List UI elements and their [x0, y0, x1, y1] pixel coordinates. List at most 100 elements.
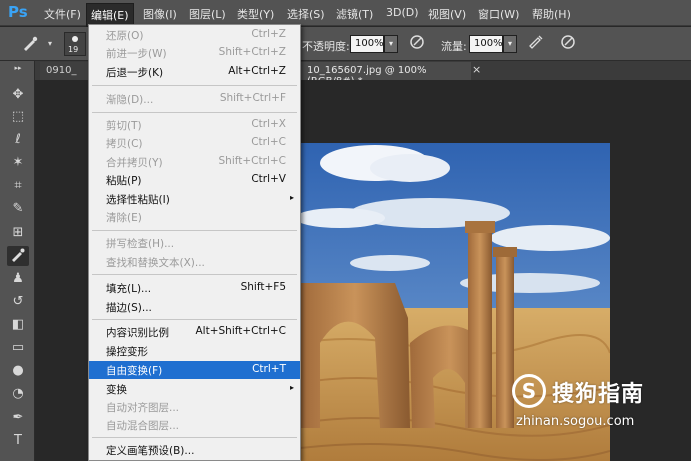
brush-size-picker[interactable]: 19	[64, 32, 86, 56]
menu-item-auto-align-layers[interactable]: 自动对齐图层...	[89, 398, 300, 416]
menu-item-auto-blend-layers[interactable]: 自动混合图层...	[89, 416, 300, 434]
submenu-arrow-icon: ▸	[289, 193, 294, 202]
item-shortcut: Shift+Ctrl+F	[219, 92, 286, 104]
menu-item-fade[interactable]: 渐隐(D)... Shift+Ctrl+F	[89, 90, 300, 108]
item-label: 前进一步(W)	[106, 48, 167, 60]
menu-item-paste[interactable]: 粘贴(P) Ctrl+V	[89, 171, 300, 189]
menu-item-copy[interactable]: 拷贝(C) Ctrl+C	[89, 134, 300, 152]
item-label: 填充(L)...	[106, 283, 152, 295]
menu-item-free-transform[interactable]: 自由变换(F) Ctrl+T	[89, 361, 300, 379]
item-label: 剪切(T)	[106, 120, 142, 132]
item-label: 粘贴(P)	[106, 175, 142, 187]
crop-tool-icon[interactable]: ⌗	[7, 176, 29, 196]
flow-dropdown-icon[interactable]: ▾	[503, 35, 517, 53]
watermark-brand: 搜狗指南	[552, 382, 645, 407]
brush-dot-icon	[72, 36, 78, 42]
item-label: 清除(E)	[106, 212, 142, 224]
item-label: 渐隐(D)...	[106, 94, 154, 106]
menu-item-puppet-warp[interactable]: 操控变形	[89, 342, 300, 360]
chevron-down-icon[interactable]: ▾	[40, 34, 60, 54]
item-label: 变换	[106, 384, 127, 396]
clone-stamp-tool-icon[interactable]: ♟	[7, 269, 29, 289]
menu-window[interactable]: 窗口(W)	[478, 6, 519, 22]
item-shortcut: Ctrl+X	[251, 118, 286, 130]
menu-item-step-backward[interactable]: 后退一步(K) Alt+Ctrl+Z	[89, 63, 300, 81]
eyedropper-tool-icon[interactable]: ✎	[7, 199, 29, 219]
opacity-input[interactable]: 100%	[350, 35, 384, 53]
menu-item-define-brush-preset[interactable]: 定义画笔预设(B)...	[89, 441, 300, 459]
menu-file[interactable]: 文件(F)	[44, 6, 81, 22]
watermark-url: zhinan.sogou.com	[516, 414, 635, 429]
marquee-tool-icon[interactable]: ⬚	[7, 107, 29, 127]
menu-type[interactable]: 类型(Y)	[237, 6, 274, 22]
gradient-tool-icon[interactable]: ▭	[7, 338, 29, 358]
menu-item-cut[interactable]: 剪切(T) Ctrl+X	[89, 116, 300, 134]
tools-panel: ▸▸ ✥ ⬚ ℓ ✶ ⌗ ✎ ⊞ ♟ ↺ ◧ ▭ ● ◔ ✒ T	[0, 61, 35, 461]
item-shortcut: Ctrl+T	[252, 363, 286, 375]
opacity-dropdown-icon[interactable]: ▾	[384, 35, 398, 53]
brush-tool-icon[interactable]	[7, 246, 29, 266]
sogou-watermark: S 搜狗指南 zhinan.sogou.com	[512, 372, 687, 432]
sogou-logo-icon: S	[512, 374, 546, 408]
lasso-tool-icon[interactable]: ℓ	[7, 130, 29, 150]
menu-item-transform[interactable]: 变换 ▸	[89, 380, 300, 398]
menu-separator	[92, 230, 297, 231]
menu-view[interactable]: 视图(V)	[428, 6, 466, 22]
menu-help[interactable]: 帮助(H)	[532, 6, 571, 22]
item-label: 自动对齐图层...	[106, 402, 180, 414]
item-shortcut: Ctrl+Z	[251, 28, 286, 40]
menu-item-copy-merged[interactable]: 合并拷贝(Y) Shift+Ctrl+C	[89, 153, 300, 171]
menu-separator	[92, 437, 297, 438]
brush-size-value: 19	[68, 45, 79, 54]
photoshop-logo: Ps	[8, 3, 28, 21]
menu-item-paste-special[interactable]: 选择性粘贴(I) ▸	[89, 190, 300, 208]
menu-select[interactable]: 选择(S)	[287, 6, 325, 22]
item-label: 操控变形	[106, 346, 148, 358]
magic-wand-tool-icon[interactable]: ✶	[7, 153, 29, 173]
flow-label: 流量:	[441, 40, 467, 53]
pen-tool-icon[interactable]: ✒	[7, 408, 29, 428]
item-shortcut: Ctrl+V	[251, 173, 286, 185]
dodge-tool-icon[interactable]: ◔	[7, 384, 29, 404]
menu-layer[interactable]: 图层(L)	[189, 6, 226, 22]
item-label: 自动混合图层...	[106, 420, 180, 432]
menu-item-undo[interactable]: 还原(O) Ctrl+Z	[89, 26, 300, 44]
menu-item-content-aware-scale[interactable]: 内容识别比例 Alt+Shift+Ctrl+C	[89, 323, 300, 341]
eraser-tool-icon[interactable]: ◧	[7, 315, 29, 335]
item-label: 描边(S)...	[106, 302, 152, 314]
tab-document-2[interactable]: 10_165607.jpg @ 100%(RGB/8#) *	[301, 62, 471, 87]
brush-preset-icon[interactable]	[20, 34, 40, 54]
airbrush-icon[interactable]	[526, 34, 546, 54]
item-label: 定义画笔预设(B)...	[106, 445, 195, 457]
item-shortcut: Ctrl+C	[251, 136, 286, 148]
item-label: 后退一步(K)	[106, 67, 164, 79]
menu-3d[interactable]: 3D(D)	[386, 6, 419, 19]
item-label: 选择性粘贴(I)	[106, 194, 170, 206]
opacity-label: 不透明度:	[302, 40, 350, 53]
menu-item-find-replace[interactable]: 查找和替换文本(X)...	[89, 253, 300, 271]
edit-menu-dropdown: 还原(O) Ctrl+Z 前进一步(W) Shift+Ctrl+Z 后退一步(K…	[88, 24, 301, 461]
pressure-opacity-icon[interactable]	[407, 34, 427, 54]
flow-input[interactable]: 100%	[469, 35, 503, 53]
item-label: 查找和替换文本(X)...	[106, 257, 205, 269]
menu-item-fill[interactable]: 填充(L)... Shift+F5	[89, 279, 300, 297]
menu-separator	[92, 85, 297, 86]
menu-item-check-spelling[interactable]: 拼写检查(H)...	[89, 234, 300, 252]
type-tool-icon[interactable]: T	[7, 431, 29, 451]
pressure-size-icon[interactable]	[558, 34, 578, 54]
menu-separator	[92, 112, 297, 113]
item-shortcut: Shift+F5	[240, 281, 286, 293]
menu-item-step-forward[interactable]: 前进一步(W) Shift+Ctrl+Z	[89, 44, 300, 62]
menu-item-stroke[interactable]: 描边(S)...	[89, 298, 300, 316]
item-label: 内容识别比例	[106, 327, 169, 339]
menu-image[interactable]: 图像(I)	[143, 6, 177, 22]
blur-tool-icon[interactable]: ●	[7, 361, 29, 381]
menu-filter[interactable]: 滤镜(T)	[336, 6, 373, 22]
panel-collapse-icon[interactable]: ▸▸	[7, 65, 29, 72]
healing-brush-tool-icon[interactable]: ⊞	[7, 223, 29, 243]
item-label: 拼写检查(H)...	[106, 238, 175, 250]
menu-item-clear[interactable]: 清除(E)	[89, 208, 300, 226]
close-tab-icon[interactable]: ×	[472, 63, 481, 76]
history-brush-tool-icon[interactable]: ↺	[7, 292, 29, 312]
move-tool-icon[interactable]: ✥	[7, 85, 29, 105]
